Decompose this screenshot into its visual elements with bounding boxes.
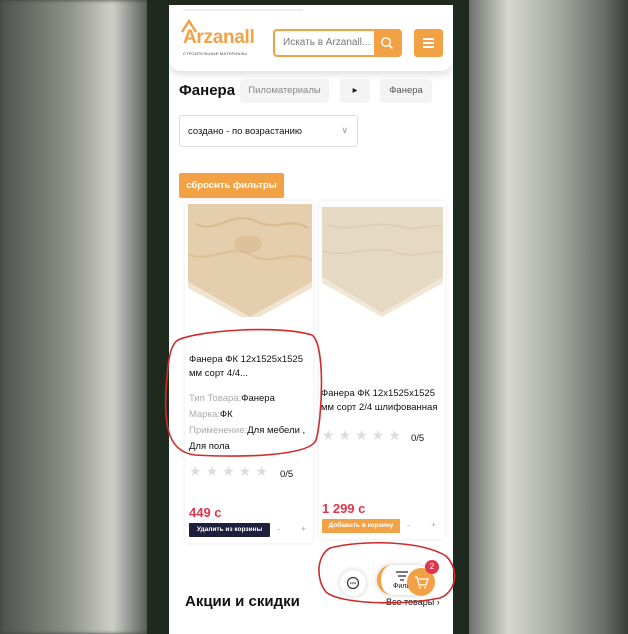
- promo-section-title: Акции и скидки: [185, 593, 300, 610]
- rating-stars: ★★★★★: [322, 427, 405, 443]
- rating-value: 0/5: [411, 433, 425, 444]
- search-icon: [381, 37, 394, 50]
- plywood-image: [322, 207, 443, 317]
- page-title: Фанера: [179, 82, 236, 99]
- menu-button[interactable]: [414, 29, 443, 57]
- search-box[interactable]: Искать в Arzanall...: [273, 29, 402, 57]
- product-name[interactable]: Фанера ФК 12х1525х1525 мм сорт 2/4 шлифо…: [321, 387, 445, 415]
- product-price: 449 с: [189, 505, 222, 520]
- remove-from-cart-button[interactable]: Удалить из корзины: [189, 523, 270, 537]
- header-divider: [183, 9, 303, 11]
- mobile-screen: Arzanall СТРОИТЕЛЬНЫЕ МАТЕРИАЛЫ Искать в…: [169, 5, 453, 634]
- sort-select[interactable]: создано - по возрастанию ∨: [179, 115, 358, 147]
- chat-icon: [346, 576, 360, 590]
- product-card[interactable]: Фанера ФК 12х1525х1525 мм сорт 4/4... Ти…: [185, 201, 313, 543]
- product-card[interactable]: Фанера ФК 12х1525х1525 мм сорт 2/4 шлифо…: [319, 201, 445, 539]
- qty-minus-button[interactable]: -: [277, 524, 280, 534]
- product-attribute: Применение:Для мебели , Для пола: [189, 425, 306, 452]
- breadcrumb-item-lumber[interactable]: Пиломатериалы: [240, 79, 329, 103]
- search-input[interactable]: Искать в Arzanall...: [283, 37, 370, 48]
- header: Arzanall СТРОИТЕЛЬНЫЕ МАТЕРИАЛЫ Искать в…: [169, 5, 453, 71]
- breadcrumb-separator: ▸: [340, 79, 370, 103]
- qty-minus-button[interactable]: -: [407, 520, 410, 530]
- product-attribute: Марка:ФК: [189, 409, 233, 420]
- backdrop-right: [468, 0, 628, 634]
- menu-icon: [423, 38, 434, 40]
- add-to-cart-button[interactable]: Добавить в корзину: [322, 519, 400, 533]
- plywood-image: [188, 204, 312, 317]
- product-price: 1 299 с: [322, 501, 366, 516]
- qty-plus-button[interactable]: +: [431, 520, 436, 530]
- product-attribute: Тип Товара:Фанера: [189, 393, 275, 404]
- reset-filters-button[interactable]: сбросить фильтры: [179, 173, 284, 198]
- product-name[interactable]: Фанера ФК 12х1525х1525 мм сорт 4/4...: [189, 353, 313, 381]
- product-image[interactable]: [188, 204, 312, 317]
- logo[interactable]: Arzanall СТРОИТЕЛЬНЫЕ МАТЕРИАЛЫ: [181, 19, 261, 59]
- sort-selected-value: создано - по возрастанию: [188, 126, 303, 137]
- qty-plus-button[interactable]: +: [301, 524, 306, 534]
- product-image[interactable]: [322, 207, 443, 317]
- backdrop-left: [0, 0, 150, 634]
- cart-count-badge: 2: [425, 560, 439, 574]
- chevron-down-icon: ∨: [341, 125, 348, 135]
- chat-button[interactable]: [340, 570, 366, 596]
- breadcrumb-item-plywood[interactable]: Фанера: [380, 79, 432, 103]
- rating-value: 0/5: [280, 469, 294, 480]
- search-button[interactable]: [374, 31, 400, 55]
- logo-text: Arzanall: [183, 27, 255, 48]
- logo-subtitle: СТРОИТЕЛЬНЫЕ МАТЕРИАЛЫ: [183, 51, 247, 56]
- rating-stars: ★★★★★: [189, 463, 272, 479]
- all-goods-link[interactable]: Все товары ›: [386, 597, 440, 607]
